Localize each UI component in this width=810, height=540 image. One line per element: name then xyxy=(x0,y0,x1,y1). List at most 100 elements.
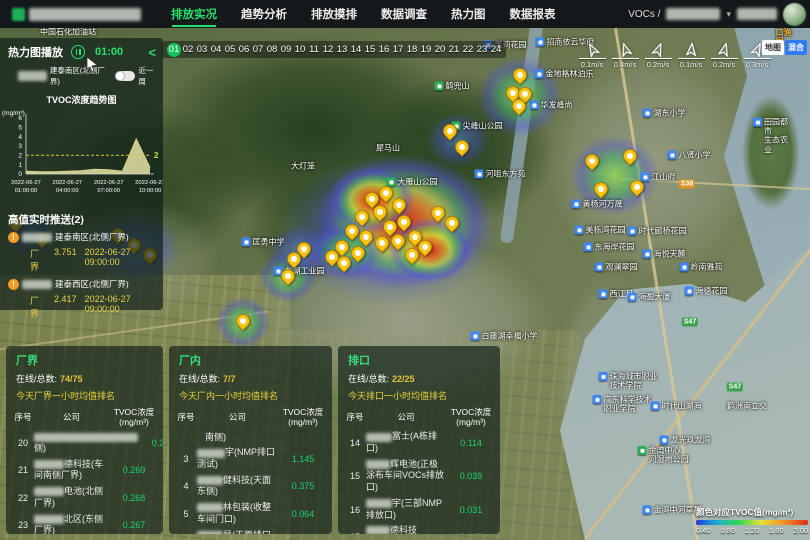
timeline-hour[interactable]: 02 xyxy=(181,43,195,57)
map-marker[interactable] xyxy=(379,186,393,202)
map-marker[interactable] xyxy=(287,252,301,268)
map-marker[interactable] xyxy=(345,224,359,240)
timeline-hour[interactable]: 06 xyxy=(237,43,251,57)
timeline-hour[interactable]: 20 xyxy=(433,43,447,57)
timeline-hour[interactable]: 01 xyxy=(167,43,181,57)
map-marker[interactable] xyxy=(585,154,599,170)
chevron-down-icon[interactable]: ▾ xyxy=(726,9,731,20)
map-marker[interactable] xyxy=(281,269,295,285)
row-no: 15 xyxy=(344,471,366,481)
timeline-hour[interactable]: 05 xyxy=(223,43,237,57)
map-marker[interactable] xyxy=(512,99,526,115)
table-row[interactable]: 14 富士(A栋排口) 0.114 xyxy=(344,431,494,454)
table-row[interactable]: 17 德科技(FHVP1007) 0.015 xyxy=(344,525,494,534)
nav-tab[interactable]: 热力图 xyxy=(451,0,486,29)
station-select-row: 建泰南区(北侧厂界) 近一周 xyxy=(0,62,163,89)
map-marker[interactable] xyxy=(445,216,459,232)
pin-dot-icon xyxy=(589,158,595,164)
table-row[interactable]: 3 宇(NMP排口测试) 1.145 xyxy=(175,447,326,470)
timeline-hour[interactable]: 15 xyxy=(363,43,377,57)
table-row[interactable]: 21 德科技(车间南侧厂界) 0.269 xyxy=(12,459,157,482)
row-no: 17 xyxy=(344,532,366,534)
map-mix-button[interactable]: 混合 xyxy=(785,40,807,55)
push-item[interactable]: ! 建泰西区(北侧厂界) 厂界 2.417 2022-06-27 09:00:0… xyxy=(0,276,163,323)
timeline-hour[interactable]: 09 xyxy=(279,43,293,57)
map-marker[interactable] xyxy=(359,230,373,246)
map-marker[interactable] xyxy=(455,140,469,156)
table-row[interactable]: 16 宇(三部NMP排放口) 0.031 xyxy=(344,498,494,521)
station-select[interactable]: 建泰南区(北侧厂界) xyxy=(50,65,113,87)
pin-dot-icon xyxy=(341,260,347,266)
timeline-hour[interactable]: 07 xyxy=(251,43,265,57)
map-marker[interactable] xyxy=(443,124,457,140)
collapse-chevron-left-icon[interactable]: < xyxy=(148,45,159,60)
poi-icon xyxy=(595,262,604,271)
row-company: 宇(三部NMP排放口) xyxy=(366,498,448,521)
timeline-hour[interactable]: 10 xyxy=(293,43,307,57)
map-marker[interactable] xyxy=(405,248,419,264)
push-item[interactable]: ! 建泰南区(北侧厂界) 厂界 3.751 2022-06-27 09:00:0… xyxy=(0,229,163,276)
nav-tab[interactable]: 排放实况 xyxy=(171,0,217,29)
timeline-hour[interactable]: 23 xyxy=(475,43,489,57)
map-marker[interactable] xyxy=(351,246,365,262)
table-row[interactable]: 4 健科技(天面东侧) 0.375 xyxy=(175,475,326,498)
push-value-row: 厂界 2.417 2022-06-27 09:00:00 xyxy=(8,290,159,320)
user-avatar[interactable] xyxy=(783,3,806,26)
map-label-text: 金湾中心 河湿地公园 xyxy=(649,446,689,464)
wind-arrow-icon xyxy=(616,40,635,59)
map-marker[interactable] xyxy=(391,234,405,250)
map-marker[interactable] xyxy=(431,206,445,222)
map-marker[interactable] xyxy=(392,198,406,214)
timeline-hour[interactable]: 13 xyxy=(335,43,349,57)
nav-menu: 排放实况趋势分析排放摸排数据调查热力图数据报表 xyxy=(171,0,556,29)
timeline-hour[interactable]: 14 xyxy=(349,43,363,57)
timeline-hour[interactable]: 19 xyxy=(419,43,433,57)
nav-tab[interactable]: 数据调查 xyxy=(381,0,427,29)
pause-button[interactable] xyxy=(71,45,85,59)
map-marker[interactable] xyxy=(418,240,432,256)
map-marker[interactable] xyxy=(630,180,644,196)
nav-tab[interactable]: 排放摸排 xyxy=(311,0,357,29)
map-marker[interactable] xyxy=(594,182,608,198)
timeline-hour[interactable]: 24 xyxy=(489,43,503,57)
timeline-hour[interactable]: 22 xyxy=(461,43,475,57)
row-no: 20 xyxy=(12,438,34,448)
timeline-hour[interactable]: 03 xyxy=(195,43,209,57)
svg-text:2022-06-27: 2022-06-27 xyxy=(11,180,41,186)
map-type-button[interactable]: 地图 xyxy=(762,40,784,55)
timeline-hour[interactable]: 11 xyxy=(307,43,321,57)
map-label: 江山府 xyxy=(641,172,676,181)
vocs-dropdown-value-redacted[interactable] xyxy=(666,8,720,20)
timeline-hour[interactable]: 17 xyxy=(391,43,405,57)
map-label-text: 岭南雅苑 xyxy=(691,262,723,271)
pin-dot-icon xyxy=(422,244,428,250)
table-row[interactable]: 15 辉电池(正极涂布车间VOCs排放口) 0.039 xyxy=(344,459,494,494)
map-marker[interactable] xyxy=(513,68,527,84)
timeline-hour[interactable]: 21 xyxy=(447,43,461,57)
map-marker[interactable] xyxy=(375,236,389,252)
map-marker[interactable] xyxy=(397,215,411,231)
company-name-redacted xyxy=(34,515,64,524)
timeline-hour[interactable]: 16 xyxy=(377,43,391,57)
timeline-hour[interactable]: 12 xyxy=(321,43,335,57)
table-row[interactable]: 23 北区(东侧厂界) 0.267 xyxy=(12,514,157,535)
map-marker[interactable] xyxy=(337,256,351,272)
map-marker[interactable] xyxy=(236,314,250,330)
timeline-hour[interactable]: 04 xyxy=(209,43,223,57)
nav-tab[interactable]: 数据报表 xyxy=(510,0,556,29)
push-type: 厂界 xyxy=(30,294,46,320)
alert-icon: ! xyxy=(8,279,19,290)
map-marker[interactable] xyxy=(623,149,637,165)
week-range-toggle[interactable] xyxy=(115,71,135,81)
pin-dot-icon xyxy=(598,186,604,192)
table-row[interactable]: 22 电池(北侧厂界) 0.268 xyxy=(12,486,157,509)
table-row[interactable]: 20 侧) 0.285 xyxy=(12,431,157,454)
wind-speed-value: 0.1m/s xyxy=(680,60,703,69)
table-row[interactable]: 6 显(天面排口西侧) 0.029 xyxy=(175,530,326,535)
table-row[interactable]: 5 林包装(收整车间门口) 0.064 xyxy=(175,502,326,525)
wind-speed-value: 0.2m/s xyxy=(713,60,736,69)
map-marker[interactable] xyxy=(373,205,387,221)
timeline-hour[interactable]: 18 xyxy=(405,43,419,57)
nav-tab[interactable]: 趋势分析 xyxy=(241,0,287,29)
timeline-hour[interactable]: 08 xyxy=(265,43,279,57)
